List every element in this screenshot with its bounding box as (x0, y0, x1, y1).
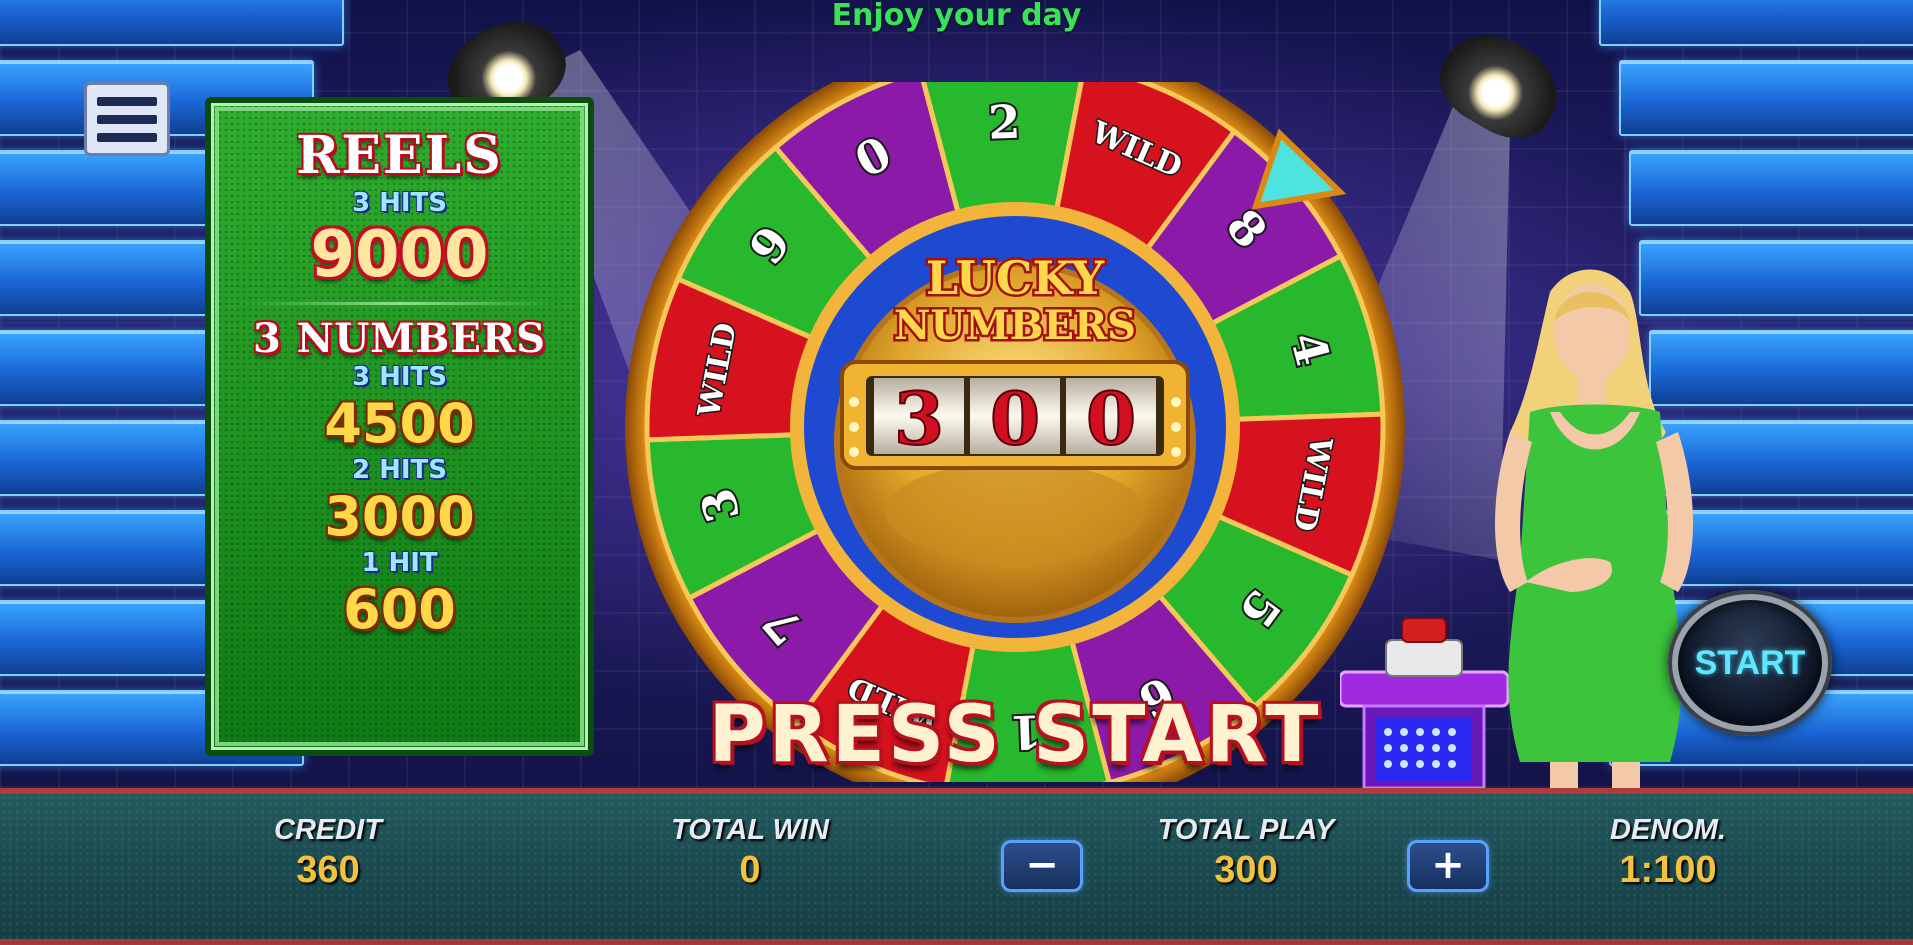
meter-bar: CREDIT 360 TOTAL WIN 0 − TOTAL PLAY 300 … (0, 788, 1913, 945)
paytable-tier-hits: 2 HITS (351, 455, 448, 485)
total-play-meter: TOTAL PLAY 300 (1116, 814, 1376, 892)
game-stage: Enjoy your day REELS 3 HITS 9000 3 NUMBE… (0, 0, 1913, 788)
reel-digit: 0 (1086, 376, 1136, 461)
paytable-panel: REELS 3 HITS 9000 3 NUMBERS 3 HITS 4500 … (205, 97, 594, 756)
reel-digit: 0 (990, 376, 1040, 461)
wheel-logo-lucky: LUCKY (926, 251, 1105, 305)
paytable-tier-hits: 1 HIT (361, 548, 438, 578)
press-start-prompt: PRESS START (708, 690, 1322, 780)
total-win-value: 0 (739, 849, 761, 891)
credit-label: CREDIT (274, 814, 382, 846)
paytable-tier-value: 600 (343, 578, 456, 641)
denom-label: DENOM. (1610, 814, 1726, 846)
total-win-label: TOTAL WIN (671, 814, 829, 846)
paytable-reels-value: 9000 (310, 218, 489, 292)
reel-digit: 3 (894, 376, 944, 461)
paytable-reels-hits: 3 HITS (351, 188, 448, 218)
total-play-label: TOTAL PLAY (1157, 814, 1335, 846)
paytable-numbers-title: 3 NUMBERS (253, 315, 546, 362)
paytable-reels-title: REELS (296, 125, 503, 186)
increase-bet-button[interactable]: + (1407, 840, 1489, 892)
credit-value: 360 (296, 849, 360, 891)
marquee-text: Enjoy your day (831, 0, 1082, 33)
menu-icon (97, 96, 157, 106)
paytable-divider (241, 302, 558, 305)
denom-meter[interactable]: DENOM. 1:100 (1538, 814, 1798, 892)
decrease-bet-button[interactable]: − (1001, 840, 1083, 892)
credit-meter: CREDIT 360 (198, 814, 458, 892)
wheel-logo-numbers: NUMBERS (894, 302, 1136, 349)
wheel-segment-label: 2 (987, 95, 1021, 150)
denom-value: 1:100 (1619, 849, 1717, 891)
total-win-meter: TOTAL WIN 0 (620, 814, 880, 892)
total-play-value: 300 (1214, 849, 1278, 891)
paytable-tier-value: 4500 (324, 392, 475, 455)
host-character (1495, 269, 1693, 788)
start-button-label: START (1694, 643, 1806, 682)
paytable-tier-hits: 3 HITS (351, 362, 448, 392)
paytable-tier-value: 3000 (324, 485, 475, 548)
menu-button[interactable] (84, 82, 170, 156)
prize-wheel: 2 WILD84WILD561WILD73WILD90 LUCKY NUMBERS… (625, 82, 1405, 782)
start-button[interactable]: START (1668, 590, 1832, 736)
